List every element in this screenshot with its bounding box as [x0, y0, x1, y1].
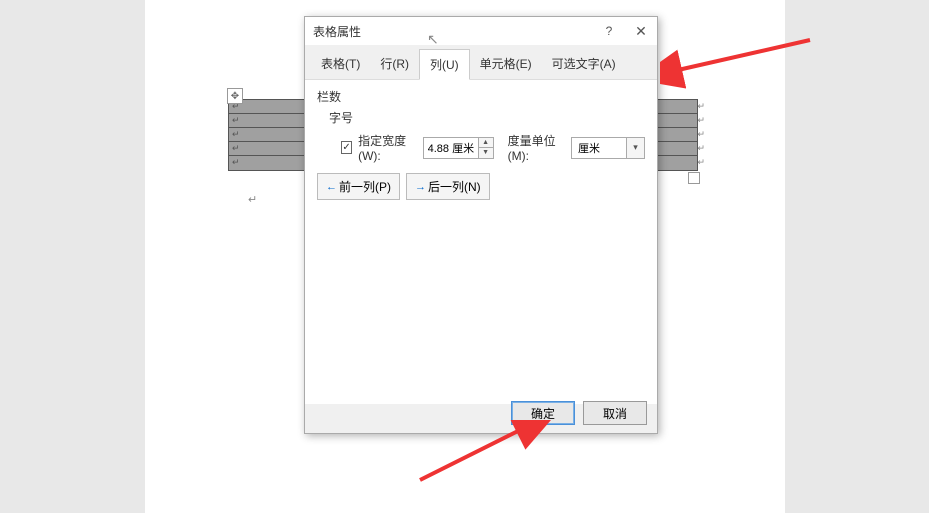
tab-column[interactable]: 列(U)	[419, 49, 470, 80]
arrow-left-icon: ←	[326, 181, 337, 193]
table-resize-handle[interactable]	[688, 172, 700, 184]
width-input[interactable]	[424, 138, 478, 158]
tab-row[interactable]: 行(R)	[370, 49, 419, 79]
tab-table[interactable]: 表格(T)	[311, 49, 370, 79]
tab-content-column: 栏数 字号 ✓ 指定宽度(W): ▲ ▼ 度量单位(M): 厘米 ▾ ← 前一列…	[305, 80, 657, 404]
specify-width-label: 指定宽度(W):	[358, 132, 417, 163]
width-increase-button[interactable]: ▲	[479, 138, 493, 148]
tab-cell[interactable]: 单元格(E)	[470, 49, 542, 79]
arrow-right-icon: →	[415, 181, 426, 193]
unit-select[interactable]: 厘米 ▾	[571, 137, 645, 159]
dialog-titlebar: 表格属性 ↖ ? ✕	[305, 17, 657, 45]
section-subheading: 字号	[329, 109, 645, 126]
paragraph-mark: ↵	[248, 193, 257, 206]
next-column-label: 后一列(N)	[428, 178, 481, 195]
close-button[interactable]: ✕	[625, 17, 657, 45]
cancel-button[interactable]: 取消	[583, 401, 647, 425]
tab-alttext[interactable]: 可选文字(A)	[542, 49, 626, 79]
prev-column-label: 前一列(P)	[339, 178, 391, 195]
unit-value: 厘米	[572, 138, 626, 158]
ok-button[interactable]: 确定	[511, 401, 575, 425]
table-move-handle[interactable]: ✥	[227, 88, 243, 104]
dialog-title: 表格属性	[313, 23, 361, 40]
chevron-down-icon: ▾	[626, 138, 644, 158]
width-decrease-button[interactable]: ▼	[479, 148, 493, 158]
table-properties-dialog: 表格属性 ↖ ? ✕ 表格(T) 行(R) 列(U) 单元格(E) 可选文字(A…	[304, 16, 658, 434]
previous-column-button[interactable]: ← 前一列(P)	[317, 173, 400, 200]
next-column-button[interactable]: → 后一列(N)	[406, 173, 490, 200]
section-heading: 栏数	[317, 88, 645, 105]
specify-width-checkbox[interactable]: ✓	[341, 141, 352, 154]
help-button[interactable]: ?	[593, 17, 625, 45]
dialog-tabs: 表格(T) 行(R) 列(U) 单元格(E) 可选文字(A)	[305, 45, 657, 80]
unit-label: 度量单位(M):	[508, 132, 565, 163]
width-spinner: ▲ ▼	[423, 137, 494, 159]
